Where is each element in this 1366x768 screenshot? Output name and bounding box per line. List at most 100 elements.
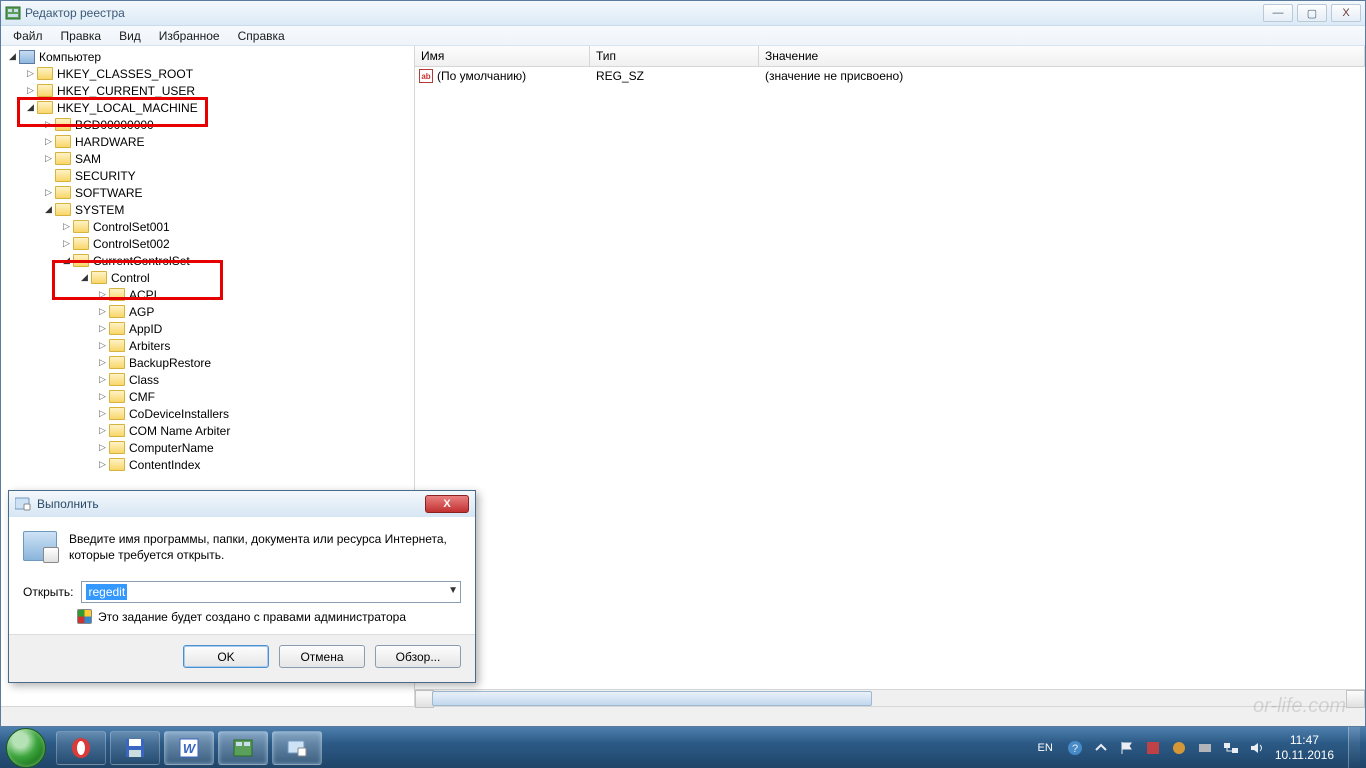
horizontal-scrollbar[interactable] — [415, 689, 1365, 706]
volume-icon[interactable] — [1249, 740, 1265, 756]
clock-time: 11:47 — [1275, 733, 1334, 747]
menu-edit[interactable]: Правка — [53, 27, 110, 45]
taskbar-item-run[interactable] — [272, 731, 322, 765]
caret-closed-icon[interactable] — [97, 306, 108, 317]
help-icon[interactable]: ? — [1067, 740, 1083, 756]
tree-item[interactable]: ControlSet002 — [3, 235, 414, 252]
folder-icon — [55, 135, 71, 148]
list-body[interactable]: ab (По умолчанию) REG_SZ (значение не пр… — [415, 67, 1365, 689]
caret-closed-icon[interactable] — [97, 408, 108, 419]
tree-item[interactable]: HKEY_CLASSES_ROOT — [3, 65, 414, 82]
tree-item[interactable]: ControlSet001 — [3, 218, 414, 235]
system-tray: EN ? 11:47 10.11.2016 — [1034, 733, 1342, 762]
caret-closed-icon[interactable] — [97, 442, 108, 453]
taskbar-item-opera[interactable] — [56, 731, 106, 765]
col-value[interactable]: Значение — [759, 46, 1365, 66]
tray-icon[interactable] — [1171, 740, 1187, 756]
browse-button[interactable]: Обзор... — [375, 645, 461, 668]
tree-item[interactable]: AppID — [3, 320, 414, 337]
taskbar-item-save[interactable] — [110, 731, 160, 765]
regedit-icon — [5, 5, 21, 21]
caret-closed-icon[interactable] — [97, 323, 108, 334]
caret-closed-icon[interactable] — [43, 153, 54, 164]
menu-view[interactable]: Вид — [111, 27, 149, 45]
caret-closed-icon[interactable] — [43, 136, 54, 147]
caret-closed-icon[interactable] — [97, 425, 108, 436]
tree-label: HKEY_CURRENT_USER — [57, 84, 195, 98]
caret-closed-icon[interactable] — [97, 391, 108, 402]
tree-item[interactable]: ACPI — [3, 286, 414, 303]
clock[interactable]: 11:47 10.11.2016 — [1275, 733, 1334, 762]
run-close-button[interactable]: X — [425, 495, 469, 513]
tree-item[interactable]: SECURITY — [3, 167, 414, 184]
tree-item[interactable]: COM Name Arbiter — [3, 422, 414, 439]
tree-item[interactable]: SOFTWARE — [3, 184, 414, 201]
tree-item[interactable]: HARDWARE — [3, 133, 414, 150]
col-name[interactable]: Имя — [415, 46, 590, 66]
col-type[interactable]: Тип — [590, 46, 759, 66]
tree-item[interactable]: HKEY_CURRENT_USER — [3, 82, 414, 99]
tree-item[interactable]: HKEY_LOCAL_MACHINE — [3, 99, 414, 116]
caret-open-icon[interactable] — [61, 255, 72, 266]
flag-icon[interactable] — [1119, 740, 1135, 756]
tree-item[interactable]: SYSTEM — [3, 201, 414, 218]
tree-item[interactable]: ComputerName — [3, 439, 414, 456]
caret-closed-icon[interactable] — [61, 221, 72, 232]
caret-closed-icon[interactable] — [97, 340, 108, 351]
start-button[interactable] — [6, 728, 46, 768]
tree-item[interactable]: AGP — [3, 303, 414, 320]
tree-item[interactable]: BackupRestore — [3, 354, 414, 371]
menu-favorites[interactable]: Избранное — [151, 27, 228, 45]
computer-icon — [19, 50, 35, 64]
caret-closed-icon[interactable] — [97, 374, 108, 385]
tray-icon[interactable] — [1145, 740, 1161, 756]
close-button[interactable]: X — [1331, 4, 1361, 22]
caret-closed-icon[interactable] — [43, 187, 54, 198]
tree-item[interactable]: CurrentControlSet — [3, 252, 414, 269]
tree-label: BackupRestore — [129, 356, 211, 370]
taskbar-item-word[interactable]: W — [164, 731, 214, 765]
tree-item[interactable]: Arbiters — [3, 337, 414, 354]
maximize-button[interactable]: ▢ — [1297, 4, 1327, 22]
caret-closed-icon[interactable] — [61, 238, 72, 249]
caret-closed-icon[interactable] — [25, 85, 36, 96]
caret-open-icon[interactable] — [43, 204, 54, 215]
run-input[interactable]: regedit ▼ — [81, 581, 461, 603]
caret-closed-icon[interactable] — [43, 119, 54, 130]
caret-closed-icon[interactable] — [97, 289, 108, 300]
list-row[interactable]: ab (По умолчанию) REG_SZ (значение не пр… — [415, 67, 1365, 85]
folder-icon — [109, 322, 125, 335]
language-indicator[interactable]: EN — [1034, 740, 1057, 756]
folder-icon — [109, 458, 125, 471]
ok-button[interactable]: OK — [183, 645, 269, 668]
caret-closed-icon[interactable] — [25, 68, 36, 79]
network-icon[interactable] — [1223, 740, 1239, 756]
caret-open-icon[interactable] — [7, 51, 18, 62]
chevron-down-icon[interactable]: ▼ — [448, 585, 458, 596]
minimize-button[interactable]: — — [1263, 4, 1293, 22]
statusbar — [1, 706, 1365, 726]
caret-open-icon[interactable] — [79, 272, 90, 283]
folder-icon — [109, 424, 125, 437]
tree-item[interactable]: Компьютер — [3, 48, 414, 65]
caret-closed-icon[interactable] — [97, 357, 108, 368]
menu-file[interactable]: Файл — [5, 27, 51, 45]
tree-item[interactable]: Control — [3, 269, 414, 286]
tree-item[interactable]: SAM — [3, 150, 414, 167]
folder-icon — [37, 67, 53, 80]
tree-item[interactable]: ContentIndex — [3, 456, 414, 473]
row-name: (По умолчанию) — [437, 69, 526, 83]
menu-help[interactable]: Справка — [230, 27, 293, 45]
folder-icon — [73, 237, 89, 250]
tree-item[interactable]: Class — [3, 371, 414, 388]
tree-item[interactable]: CMF — [3, 388, 414, 405]
show-desktop-button[interactable] — [1348, 727, 1360, 768]
tree-item[interactable]: CoDeviceInstallers — [3, 405, 414, 422]
tree-item[interactable]: BCD00000000 — [3, 116, 414, 133]
caret-closed-icon[interactable] — [97, 459, 108, 470]
tray-icon[interactable] — [1197, 740, 1213, 756]
chevron-up-icon[interactable] — [1093, 740, 1109, 756]
caret-open-icon[interactable] — [25, 102, 36, 113]
taskbar-item-regedit[interactable] — [218, 731, 268, 765]
cancel-button[interactable]: Отмена — [279, 645, 365, 668]
